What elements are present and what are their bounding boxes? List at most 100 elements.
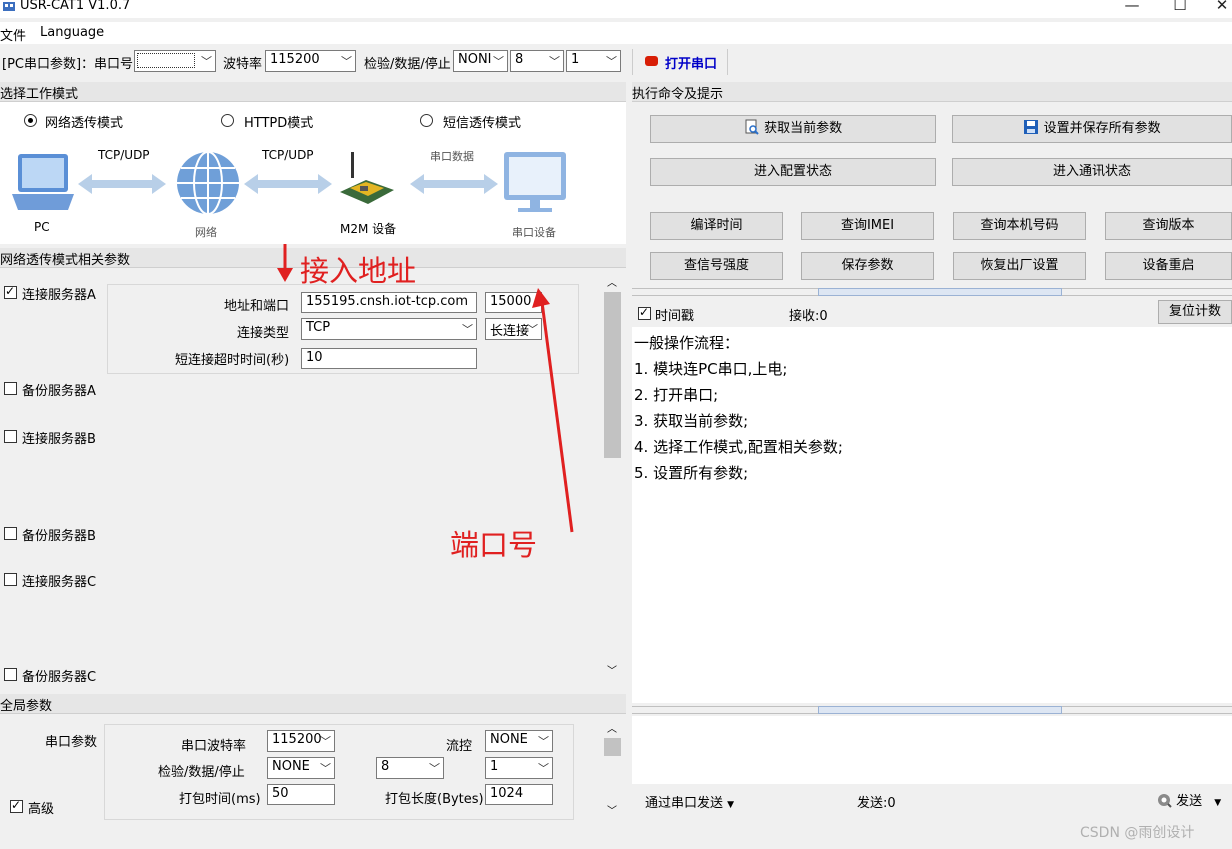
chevron-up-icon[interactable]: ︿ <box>607 274 617 289</box>
save-params-button[interactable]: 保存参数 <box>801 252 934 280</box>
splitter-handle[interactable] <box>818 288 1062 296</box>
enter-comm-button[interactable]: 进入通讯状态 <box>952 158 1232 186</box>
commands-header: 执行命令及提示 <box>632 82 1232 102</box>
send-via-dropdown[interactable]: 通过串口发送 ▼ <box>645 792 734 811</box>
flow-label: 流控 <box>446 739 473 754</box>
compile-time-button[interactable]: 编译时间 <box>650 212 783 240</box>
chevron-down-icon: ﹀ <box>538 762 549 775</box>
get-params-button[interactable]: 获取当前参数 <box>650 115 936 143</box>
enter-config-button[interactable]: 进入配置状态 <box>650 158 936 186</box>
save-icon <box>1023 119 1039 135</box>
scroll-thumb[interactable] <box>604 738 621 756</box>
timeout-label: 短连接超时时间(秒) <box>175 353 290 368</box>
chevron-down-icon: ﹀ <box>606 55 617 68</box>
query-number-button[interactable]: 查询本机号码 <box>953 212 1086 240</box>
diagram-link2-label: TCP/UDP <box>262 148 314 162</box>
chevron-down-icon: ﹀ <box>201 55 212 68</box>
log-line: 4. 选择工作模式,配置相关参数; <box>634 438 843 456</box>
menu-bar: 文件 Language <box>0 22 1232 44</box>
log-area[interactable]: 一般操作流程： 1. 模块连PC串口,上电; 2. 打开串口; 3. 获取当前参… <box>632 327 1232 703</box>
query-version-button[interactable]: 查询版本 <box>1105 212 1232 240</box>
magnifier-doc-icon <box>744 119 760 135</box>
backup-a-checkbox[interactable] <box>4 382 17 395</box>
backup-b-checkbox[interactable] <box>4 527 17 540</box>
diagram-link3-label: 串口数据 <box>430 150 474 163</box>
chevron-down-icon[interactable]: ﹀ <box>607 662 617 677</box>
server-c-checkbox[interactable] <box>4 573 17 586</box>
mode-radio-httpd[interactable] <box>221 114 234 127</box>
pack-len-input[interactable]: 1024 <box>485 784 553 805</box>
chevron-up-icon[interactable]: ︿ <box>607 720 617 735</box>
minimize-button[interactable]: — <box>1112 0 1152 16</box>
parity-select[interactable]: NONI ﹀ <box>453 50 508 72</box>
global-baud-select[interactable]: 115200 ﹀ <box>267 730 335 752</box>
global-parity-select[interactable]: NONE ﹀ <box>267 757 335 779</box>
monitor-icon <box>502 150 568 220</box>
net-params-panel: 连接服务器A 地址和端口 155195.cnsh.iot-tcp.com 150… <box>0 270 604 682</box>
splitter-bottom[interactable] <box>632 706 1232 714</box>
server-a-checkbox[interactable] <box>4 284 17 299</box>
conn-type-select[interactable]: TCP ﹀ <box>301 318 477 340</box>
baud-select[interactable]: 115200 ﹀ <box>265 50 356 72</box>
advanced-label: 高级 <box>28 802 55 817</box>
mode-radio-net[interactable] <box>24 114 37 127</box>
splitter-handle[interactable] <box>818 706 1062 714</box>
watermark: CSDN @雨创设计 <box>1080 825 1195 841</box>
advanced-checkbox[interactable] <box>10 798 23 813</box>
diagram-network-label: 网络 <box>195 226 217 239</box>
app-icon <box>2 0 16 12</box>
timeout-input[interactable]: 10 <box>301 348 477 369</box>
mode-sms-label: 短信透传模式 <box>443 116 522 131</box>
global-baud-label: 串口波特率 <box>181 739 247 754</box>
signal-strength-button[interactable]: 查信号强度 <box>650 252 783 280</box>
global-data-bits-select[interactable]: 8 ﹀ <box>376 757 444 779</box>
data-bits-select[interactable]: 8 ﹀ <box>510 50 564 72</box>
globe-icon <box>175 150 241 220</box>
chevron-down-icon: ﹀ <box>320 735 331 748</box>
set-save-all-button[interactable]: 设置并保存所有参数 <box>952 115 1232 143</box>
port-select[interactable]: ﹀ <box>134 50 216 72</box>
send-button[interactable]: 发送 ▼ <box>1156 790 1221 809</box>
global-params-header: 全局参数 <box>0 694 626 714</box>
double-arrow-icon <box>78 174 166 198</box>
server-address-input[interactable]: 155195.cnsh.iot-tcp.com <box>301 292 477 313</box>
flow-select[interactable]: NONE ﹀ <box>485 730 553 752</box>
caret-down-icon: ▼ <box>1214 798 1222 808</box>
sent-count: 发送:0 <box>857 796 896 811</box>
stop-bits-select[interactable]: 1 ﹀ <box>566 50 621 72</box>
send-input-area[interactable] <box>632 716 1232 784</box>
server-b-checkbox[interactable] <box>4 430 17 443</box>
log-line: 5. 设置所有参数; <box>634 464 749 482</box>
query-imei-button[interactable]: 查询IMEI <box>801 212 934 240</box>
server-a-group: 地址和端口 155195.cnsh.iot-tcp.com 15000 连接类型… <box>107 284 579 374</box>
menu-language[interactable]: Language <box>40 25 104 40</box>
mode-radio-sms[interactable] <box>420 114 433 127</box>
backup-c-checkbox[interactable] <box>4 668 17 681</box>
restart-button[interactable]: 设备重启 <box>1105 252 1232 280</box>
scroll-thumb[interactable] <box>604 292 621 458</box>
chevron-down-icon[interactable]: ﹀ <box>607 802 617 817</box>
pc-serial-label: [PC串口参数]：串口号 <box>2 57 134 72</box>
mode-httpd-label: HTTPD模式 <box>244 116 314 131</box>
maximize-button[interactable]: ☐ <box>1160 0 1200 16</box>
net-params-scrollbar[interactable]: ︿ ﹀ <box>604 270 621 682</box>
pack-time-input[interactable]: 50 <box>267 784 335 805</box>
pack-len-label: 打包长度(Bytes) <box>385 792 484 807</box>
reset-count-button[interactable]: 复位计数 <box>1158 300 1232 324</box>
factory-reset-button[interactable]: 恢复出厂设置 <box>953 252 1086 280</box>
timestamp-checkbox[interactable] <box>638 305 651 320</box>
addr-port-label: 地址和端口 <box>224 299 290 314</box>
serial-toolbar: [PC串口参数]：串口号 ﹀ 波特率 115200 ﹀ 检验/数据/停止 NON… <box>0 48 1232 76</box>
diagram-link1-label: TCP/UDP <box>98 148 150 162</box>
splitter-top[interactable] <box>632 288 1232 296</box>
work-mode-header: 选择工作模式 <box>0 82 626 102</box>
annotation-arrow-down <box>270 242 300 286</box>
menu-file[interactable]: 文件 <box>0 25 26 44</box>
global-stop-bits-select[interactable]: 1 ﹀ <box>485 757 553 779</box>
server-c-label: 连接服务器C <box>22 575 97 590</box>
close-button[interactable]: ✕ <box>1202 0 1232 16</box>
send-label: 发送 <box>1176 794 1203 809</box>
global-params-scrollbar[interactable]: ︿ ﹀ <box>604 716 621 822</box>
open-port-button[interactable]: 打开串口 <box>632 49 728 75</box>
diagram-m2m-label: M2M 设备 <box>340 222 397 236</box>
